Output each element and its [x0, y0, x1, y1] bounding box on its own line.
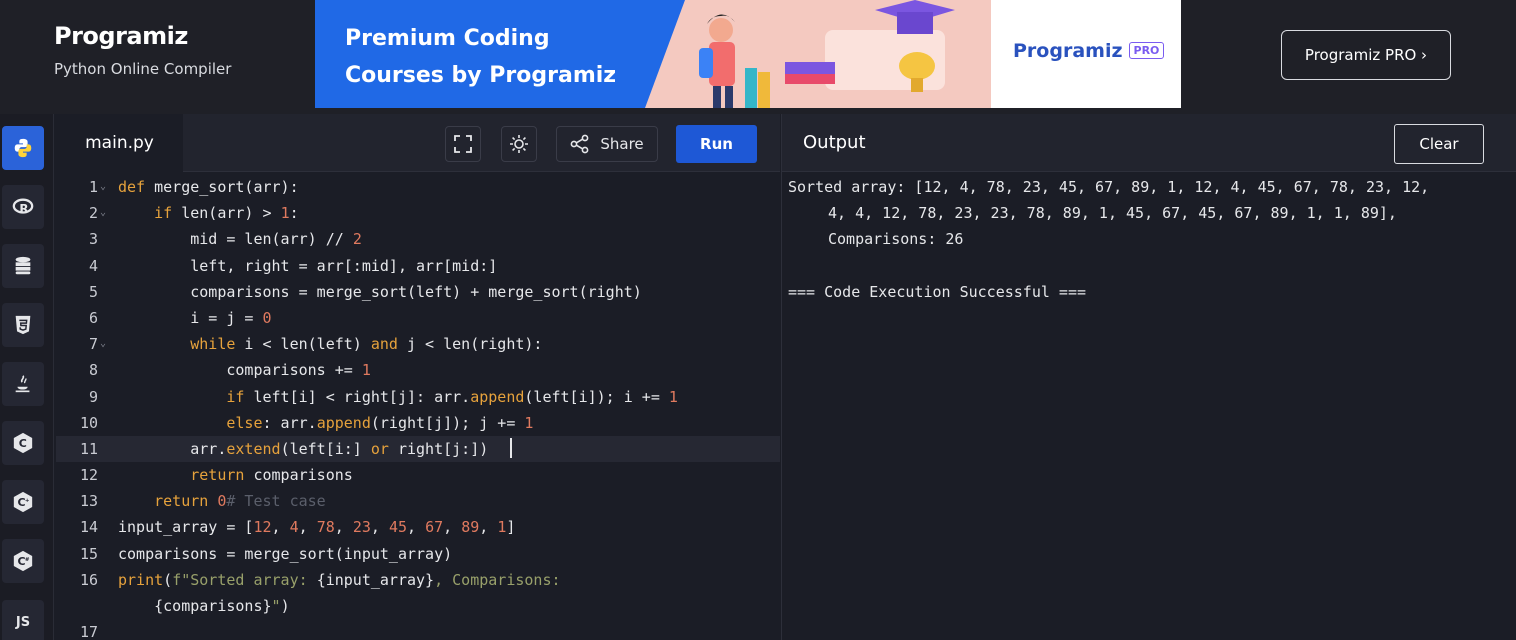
share-button[interactable]: Share	[556, 126, 658, 162]
line-number: 15	[79, 544, 98, 563]
fold-icon[interactable]: ⌄	[100, 200, 106, 226]
share-label: Share	[600, 135, 644, 153]
line-number: 16	[79, 570, 98, 589]
code-line: 12 return comparisons	[56, 462, 780, 488]
line-number: 14	[79, 518, 98, 537]
sidebar-item-sql[interactable]	[2, 244, 44, 288]
text-cursor	[510, 437, 513, 458]
ad-banner[interactable]: Premium Coding Courses by Programiz Prog…	[315, 0, 1181, 108]
header: Programiz Python Online Compiler Premium…	[0, 0, 1516, 114]
line-number: 5	[88, 282, 98, 301]
language-sidebar: R C C + C # JS	[0, 114, 54, 640]
output-line: Comparisons: 26	[828, 230, 964, 249]
code-line: 10 else: arr.append(right[j]); j += 1	[56, 410, 780, 436]
r-lang-icon: R	[12, 198, 34, 216]
banner-brand-panel: Programiz PRO	[991, 0, 1181, 108]
line-number: 10	[79, 413, 98, 432]
code-line-wrapped: {comparisons}")	[118, 597, 290, 615]
code-line: 13 return 0# Test case	[56, 488, 780, 514]
clear-button[interactable]: Clear	[1394, 124, 1484, 164]
line-number: 9	[88, 387, 98, 406]
sidebar-item-html[interactable]	[2, 303, 44, 347]
python-icon	[14, 138, 32, 158]
line-number: 4	[88, 256, 98, 275]
code-line: 2 ⌄ if len(arr) > 1:	[56, 200, 780, 226]
sidebar-item-r[interactable]: R	[2, 185, 44, 229]
code-line: 17	[56, 619, 780, 640]
output-panel: Output Clear Sorted array: [12, 4, 78, 2…	[781, 114, 1516, 640]
code-line: 5 comparisons = merge_sort(left) + merge…	[56, 279, 780, 305]
code-line: 14 input_array = [12, 4, 78, 23, 45, 67, …	[56, 514, 780, 540]
sidebar-item-java[interactable]	[2, 362, 44, 406]
code-line: 16 print(f"Sorted array: {input_array}, C…	[56, 567, 780, 593]
page-subtitle: Python Online Compiler	[54, 60, 232, 78]
svg-text:R: R	[19, 202, 28, 216]
brand[interactable]: Programiz Python Online Compiler	[54, 22, 231, 78]
code-area[interactable]: 1 ⌄ def merge_sort(arr): 2 ⌄ if len(arr) > …	[56, 174, 780, 640]
output-status-line: === Code Execution Successful ===	[788, 282, 1087, 301]
fold-icon[interactable]: ⌄	[100, 331, 106, 357]
line-number: 2	[88, 204, 98, 223]
code-line: 6 i = j = 0	[56, 305, 780, 331]
line-number: 13	[79, 492, 98, 511]
sidebar-item-c[interactable]: C	[2, 421, 44, 465]
fullscreen-icon	[454, 135, 472, 153]
line-number: 1	[88, 178, 98, 196]
line-number: 8	[88, 361, 98, 380]
svg-text:C: C	[19, 437, 27, 450]
java-icon	[15, 375, 30, 393]
programiz-pro-button[interactable]: Programiz PRO ›	[1281, 30, 1451, 80]
tab-main-py[interactable]: main.py	[56, 114, 183, 172]
output-line: 4, 4, 12, 78, 23, 23, 78, 89, 1, 45, 67,…	[828, 204, 1397, 223]
banner-line-2: Courses by Programiz	[345, 63, 617, 88]
sidebar-item-js-label: JS	[15, 614, 31, 630]
code-line: 7 ⌄ while i < len(left) and j < len(right…	[56, 331, 780, 357]
svg-text:+: +	[25, 498, 30, 504]
code-line: 4 left, right = arr[:mid], arr[mid:]	[56, 253, 780, 279]
output-console[interactable]: Sorted array: [12, 4, 78, 23, 45, 67, 89…	[788, 174, 1503, 305]
sidebar-item-cpp[interactable]: C +	[2, 480, 44, 524]
run-button[interactable]: Run	[676, 125, 757, 163]
cpp-icon: C +	[13, 491, 33, 513]
svg-text:#: #	[25, 557, 30, 563]
code-line-current: 11 arr.extend(left[i:] or right[j:])	[56, 435, 780, 463]
line-number: 3	[88, 230, 98, 249]
banner-line-1: Premium Coding	[345, 26, 550, 51]
line-number: 12	[79, 466, 98, 485]
sidebar-item-javascript[interactable]: JS	[2, 600, 44, 640]
line-number: 7	[88, 335, 98, 354]
code-line: 9 if left[i] < right[j]: arr.append(left…	[56, 384, 780, 410]
editor-toolbar: main.py Share Run	[56, 114, 780, 172]
code-line: 8 comparisons += 1	[56, 357, 780, 383]
sidebar-item-csharp[interactable]: C #	[2, 539, 44, 583]
pro-badge: PRO	[1128, 42, 1165, 59]
line-number: 6	[88, 308, 98, 327]
banner-illustration	[645, 0, 991, 108]
fullscreen-button[interactable]	[445, 126, 481, 162]
student-illustration-icon	[645, 0, 955, 108]
banner-brand-name: Programiz	[1013, 40, 1123, 62]
c-icon: C	[13, 432, 33, 454]
database-icon	[15, 256, 31, 275]
line-number: 17	[79, 623, 98, 640]
sidebar-item-python[interactable]	[2, 126, 44, 170]
output-spacer	[788, 253, 1503, 279]
code-line: 1 ⌄ def merge_sort(arr):	[56, 174, 780, 200]
share-icon	[570, 134, 589, 154]
fold-icon[interactable]: ⌄	[100, 174, 106, 200]
banner-text-panel: Premium Coding Courses by Programiz	[315, 0, 645, 108]
line-number: 11	[79, 439, 98, 458]
output-line: Sorted array: [12, 4, 78, 23, 45, 67, 89…	[788, 178, 1430, 196]
code-editor-panel: main.py Share Run 1 ⌄ def merge_sort(arr):	[56, 114, 780, 640]
code-line: 15 comparisons = merge_sort(input_array)	[56, 541, 780, 567]
html5-icon	[15, 315, 31, 335]
theme-toggle-button[interactable]	[501, 126, 537, 162]
output-title: Output	[803, 132, 866, 153]
code-line: 3 mid = len(arr) // 2	[56, 226, 780, 252]
csharp-icon: C #	[13, 550, 33, 572]
output-header: Output Clear	[782, 114, 1516, 172]
sun-icon	[510, 135, 528, 153]
programiz-logo[interactable]: Programiz	[54, 22, 231, 50]
